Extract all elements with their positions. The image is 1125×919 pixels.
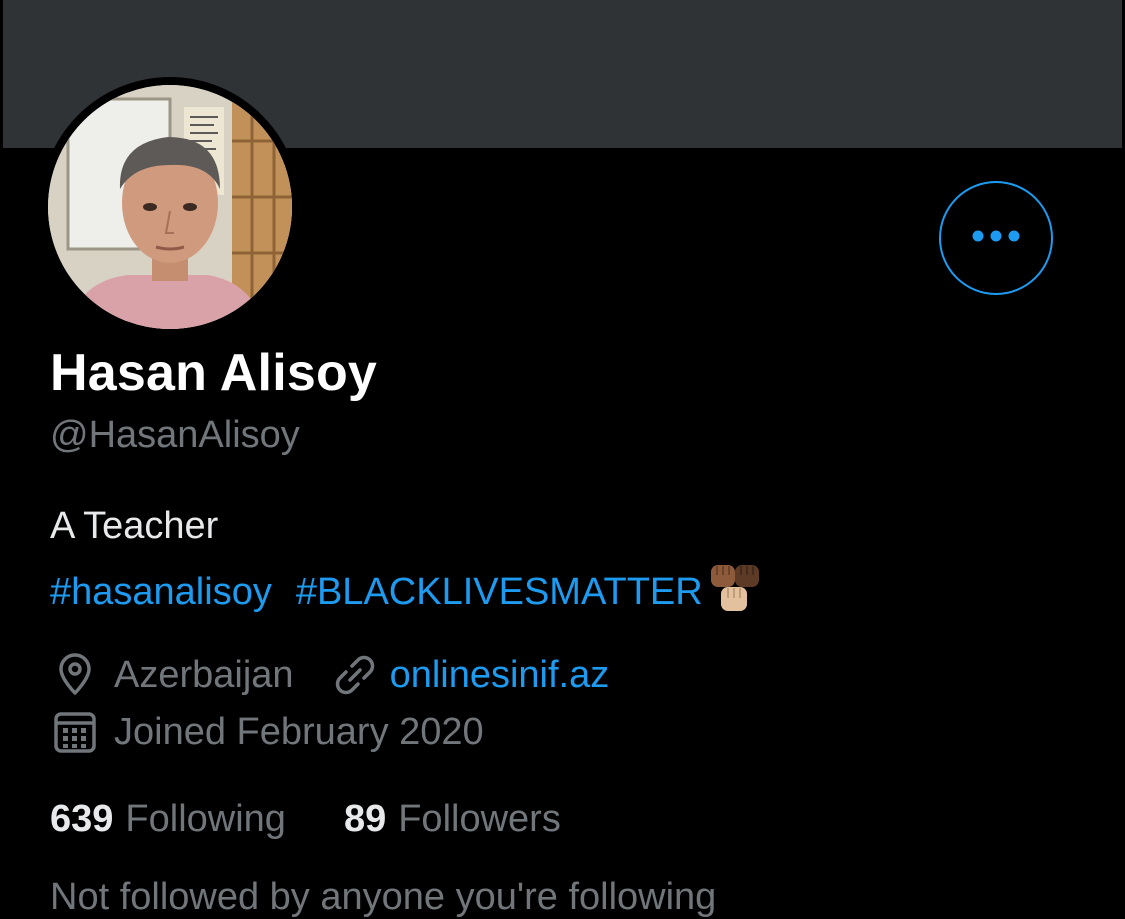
calendar-icon bbox=[50, 707, 100, 757]
following-stat-link[interactable]: 639 Following bbox=[50, 798, 286, 841]
following-count: 639 bbox=[50, 798, 114, 840]
link-icon bbox=[330, 650, 380, 700]
display-name: Hasan Alisoy bbox=[50, 344, 378, 402]
more-horizontal-icon bbox=[971, 229, 1021, 248]
followers-label: Followers bbox=[398, 798, 561, 840]
raised-fists-emoji bbox=[707, 561, 763, 623]
profile-meta-row: Azerbaijan onlinesinif.az bbox=[50, 650, 609, 700]
bio-hashtags: #hasanalisoy #BLACKLIVESMATTER bbox=[50, 561, 763, 623]
location-text: Azerbaijan bbox=[114, 653, 294, 696]
followers-count: 89 bbox=[343, 798, 387, 840]
hashtag-link[interactable]: #hasanalisoy bbox=[50, 571, 272, 614]
followers-stat-link[interactable]: 89 Followers bbox=[344, 798, 561, 841]
followed-by-text: Not followed by anyone you're following bbox=[50, 876, 717, 918]
username-handle: @HasanAlisoy bbox=[50, 414, 300, 456]
profile-meta-row: Joined February 2020 bbox=[50, 707, 484, 757]
hashtag-link[interactable]: #BLACKLIVESMATTER bbox=[296, 571, 703, 614]
following-label: Following bbox=[125, 798, 286, 840]
follow-stats: 639 Following 89 Followers bbox=[50, 798, 561, 841]
website-link[interactable]: onlinesinif.az bbox=[390, 654, 610, 697]
more-options-button[interactable] bbox=[939, 181, 1053, 295]
avatar[interactable] bbox=[48, 85, 292, 329]
joined-date-text: Joined February 2020 bbox=[114, 710, 484, 753]
bio-text: A Teacher bbox=[50, 505, 219, 547]
location-pin-icon bbox=[50, 650, 100, 700]
